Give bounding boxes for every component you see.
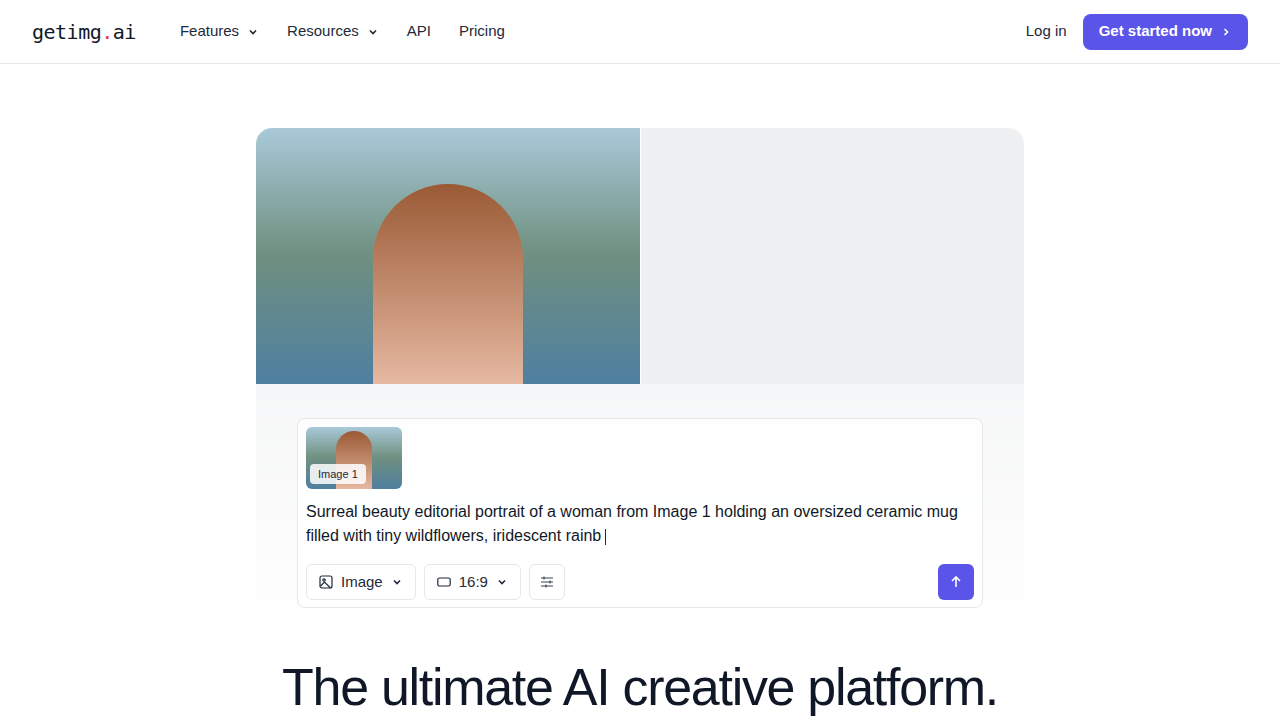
aspect-dropdown[interactable]: 16:9 [424,564,521,600]
top-nav: getimg.ai Features Resources API Pricing Log … [0,0,1280,64]
main-nav: Features Resources API Pricing [180,20,505,43]
nav-item[interactable]: Pricing [459,20,505,43]
hero-card: Image 1 Surreal beauty editorial portrait… [256,128,1024,632]
chevron-right-icon [1220,26,1232,38]
get-started-button[interactable]: Get started now [1083,14,1248,50]
prompt-input[interactable]: Surreal beauty editorial portrait of a w… [306,500,974,548]
send-button[interactable] [938,564,974,600]
portrait-photo [256,128,640,384]
arrow-up-icon [949,575,963,589]
aspect-ratio-icon [437,577,451,587]
chevron-down-icon [367,26,379,38]
sliders-icon [540,575,554,589]
mode-dropdown[interactable]: Image [306,564,416,600]
attachment-label: Image 1 [310,464,366,485]
prompt-box[interactable]: Image 1 Surreal beauty editorial portrait… [297,418,983,608]
headline: The ultimate AI creative platform. [0,658,1280,718]
chevron-down-icon [391,576,403,588]
nav-item[interactable]: API [407,20,431,43]
nav-item[interactable]: Resources [287,20,379,43]
text-caret [605,529,606,545]
empty-slot [641,128,1025,384]
logo[interactable]: getimg.ai [32,17,136,47]
settings-button[interactable] [529,564,565,600]
nav-item[interactable]: Features [180,20,259,43]
chevron-down-icon [496,576,508,588]
attachment-thumbnail[interactable]: Image 1 [306,427,402,489]
image-icon [319,575,333,589]
login-link[interactable]: Log in [1026,20,1067,43]
chevron-down-icon [247,26,259,38]
